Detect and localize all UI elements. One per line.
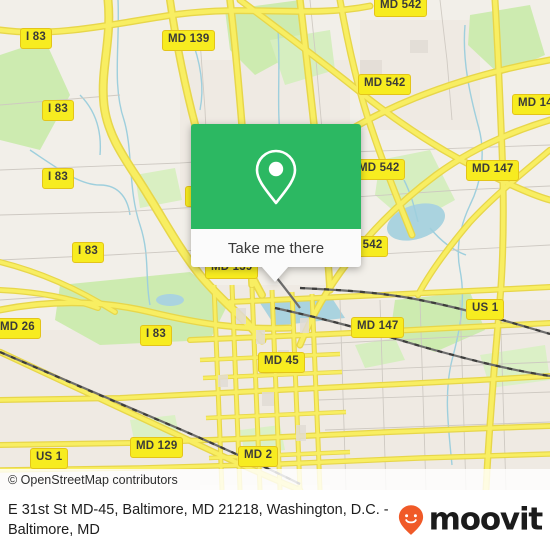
attribution-text: © OpenStreetMap contributors [8,472,178,487]
road-shield[interactable]: US 1 [30,448,69,469]
moovit-logo[interactable]: moovit [398,501,544,538]
map-attribution[interactable]: © OpenStreetMap contributors [0,469,550,490]
take-me-there-label: Take me there [227,239,325,257]
road-shield[interactable]: MD 14 [512,94,550,115]
road-shield[interactable]: I 83 [72,242,104,263]
location-callout[interactable]: Take me there [191,124,361,282]
callout-tail [261,266,289,282]
screenshot-root: I 83 MD 139 MD 542 MD 542 MD 14 I 83 MD … [0,0,550,550]
map-canvas[interactable]: I 83 MD 139 MD 542 MD 542 MD 14 I 83 MD … [0,0,550,490]
address-label: E 31st St MD-45, Baltimore, MD 21218, Wa… [8,502,389,538]
road-shield[interactable]: I 83 [20,28,52,49]
moovit-pin-icon [398,505,423,535]
road-shield[interactable]: MD 147 [466,160,520,181]
road-shield[interactable]: US 1 [466,299,505,320]
road-shield[interactable]: MD 139 [162,30,216,51]
road-shield[interactable]: MD 542 [374,0,428,17]
road-shield[interactable]: MD 2 [238,446,279,467]
callout-image-panel [191,124,361,229]
road-shield[interactable]: MD 542 [358,74,412,95]
road-shield[interactable]: I 83 [140,325,172,346]
map-pin-icon [255,149,297,204]
road-shield[interactable]: I 83 [42,168,74,189]
road-shield[interactable]: I 83 [42,100,74,121]
moovit-wordmark: moovit [428,501,544,538]
road-shield[interactable]: MD 147 [351,317,405,338]
road-shield[interactable]: MD 26 [0,318,41,339]
road-shield[interactable]: MD 45 [258,352,305,373]
road-shield[interactable]: MD 129 [130,437,184,458]
footer-bar: E 31st St MD-45, Baltimore, MD 21218, Wa… [0,490,550,550]
take-me-there-button[interactable]: Take me there [191,229,361,267]
